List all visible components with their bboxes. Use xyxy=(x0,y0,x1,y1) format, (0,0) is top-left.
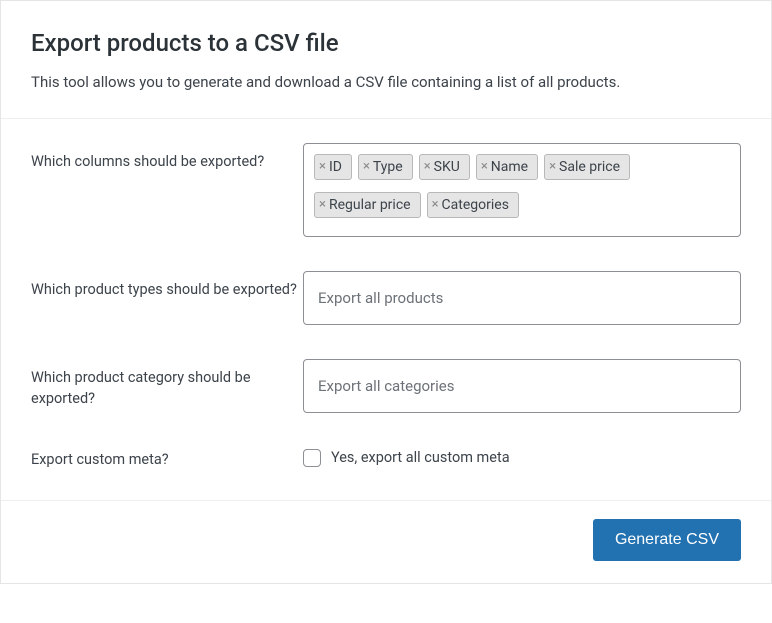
row-category: Which product category should be exporte… xyxy=(31,359,741,413)
page-description: This tool allows you to generate and dow… xyxy=(31,71,741,94)
column-tag-label: Name xyxy=(491,159,528,175)
page-title: Export products to a CSV file xyxy=(31,29,741,57)
category-placeholder: Export all categories xyxy=(318,377,454,395)
close-icon[interactable]: × xyxy=(432,198,439,211)
column-tag[interactable]: ×Sale price xyxy=(544,154,630,180)
types-label: Which product types should be exported? xyxy=(31,271,303,300)
export-panel: Export products to a CSV file This tool … xyxy=(0,0,772,584)
column-tag-label: Regular price xyxy=(329,197,411,213)
close-icon[interactable]: × xyxy=(363,160,370,173)
panel-body: Which columns should be exported? ×ID×Ty… xyxy=(1,119,771,500)
columns-input[interactable]: ×ID×Type×SKU×Name×Sale price×Regular pri… xyxy=(303,143,741,237)
types-placeholder: Export all products xyxy=(318,289,443,307)
column-tag[interactable]: ×Categories xyxy=(427,192,519,218)
column-tag-label: Categories xyxy=(442,197,509,213)
columns-label: Which columns should be exported? xyxy=(31,143,303,172)
close-icon[interactable]: × xyxy=(424,160,431,173)
category-label: Which product category should be exporte… xyxy=(31,359,303,409)
column-tag[interactable]: ×SKU xyxy=(419,154,470,180)
column-tag-label: Type xyxy=(373,159,403,175)
column-tag[interactable]: ×Regular price xyxy=(314,192,421,218)
close-icon[interactable]: × xyxy=(319,160,326,173)
panel-footer: Generate CSV xyxy=(1,500,771,583)
row-types: Which product types should be exported? … xyxy=(31,271,741,325)
category-select[interactable]: Export all categories xyxy=(303,359,741,413)
meta-checkbox-row: Yes, export all custom meta xyxy=(303,447,741,467)
column-tag[interactable]: ×ID xyxy=(314,154,352,180)
generate-csv-button[interactable]: Generate CSV xyxy=(593,519,741,561)
close-icon[interactable]: × xyxy=(319,198,326,211)
meta-checkbox-label: Yes, export all custom meta xyxy=(331,449,510,466)
meta-checkbox[interactable] xyxy=(303,449,321,467)
row-meta: Export custom meta? Yes, export all cust… xyxy=(31,447,741,470)
column-tag[interactable]: ×Name xyxy=(476,154,538,180)
column-tag-label: SKU xyxy=(434,159,460,175)
column-tag[interactable]: ×Type xyxy=(358,154,413,180)
panel-header: Export products to a CSV file This tool … xyxy=(1,1,771,119)
row-columns: Which columns should be exported? ×ID×Ty… xyxy=(31,143,741,237)
types-select[interactable]: Export all products xyxy=(303,271,741,325)
meta-label: Export custom meta? xyxy=(31,447,303,470)
close-icon[interactable]: × xyxy=(549,160,556,173)
column-tag-label: Sale price xyxy=(559,159,620,175)
close-icon[interactable]: × xyxy=(481,160,488,173)
column-tag-label: ID xyxy=(329,159,342,175)
